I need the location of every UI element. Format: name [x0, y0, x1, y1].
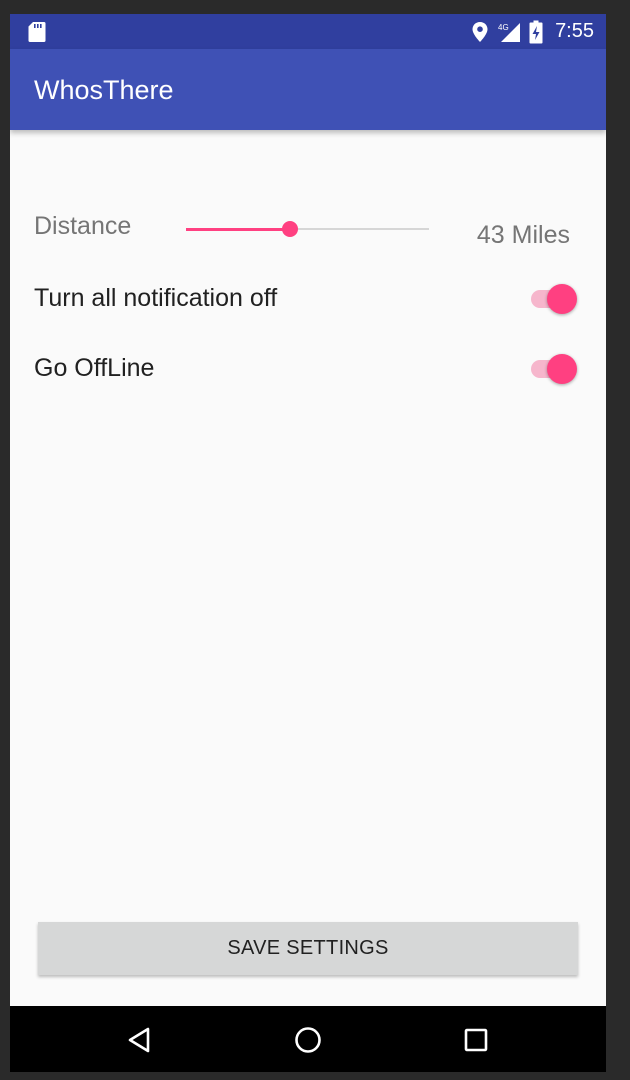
phone-screen: 4G 7:55 WhosThere Distance 43 Miles Turn… [10, 14, 606, 1072]
back-icon[interactable] [124, 1024, 156, 1056]
app-bar: WhosThere [10, 49, 606, 130]
location-pin-icon [472, 21, 488, 42]
battery-charging-icon [529, 20, 543, 43]
notifications-off-switch[interactable] [531, 282, 579, 314]
status-bar: 4G 7:55 [10, 14, 606, 49]
switch-thumb [547, 354, 577, 384]
recents-icon[interactable] [460, 1024, 492, 1056]
signal-4g-icon: 4G [498, 22, 521, 42]
slider-fill [186, 228, 290, 231]
app-title: WhosThere [34, 75, 174, 105]
navigation-bar [10, 1006, 606, 1072]
status-time: 7:55 [555, 20, 594, 42]
home-icon[interactable] [292, 1024, 324, 1056]
save-settings-button[interactable]: SAVE SETTINGS [38, 922, 578, 975]
distance-value: 43 Miles [476, 221, 570, 249]
status-icons: 4G 7:55 [471, 14, 594, 49]
go-offline-switch[interactable] [531, 352, 579, 384]
go-offline-label: Go OffLine [34, 354, 155, 382]
device-frame: 4G 7:55 WhosThere Distance 43 Miles Turn… [0, 0, 630, 1080]
slider-thumb[interactable] [282, 221, 298, 237]
network-type-text: 4G [498, 23, 509, 32]
switch-thumb [547, 284, 577, 314]
distance-slider[interactable] [186, 221, 429, 258]
distance-label: Distance [34, 212, 132, 240]
sd-card-icon [28, 22, 46, 42]
notifications-off-label: Turn all notification off [34, 284, 278, 312]
